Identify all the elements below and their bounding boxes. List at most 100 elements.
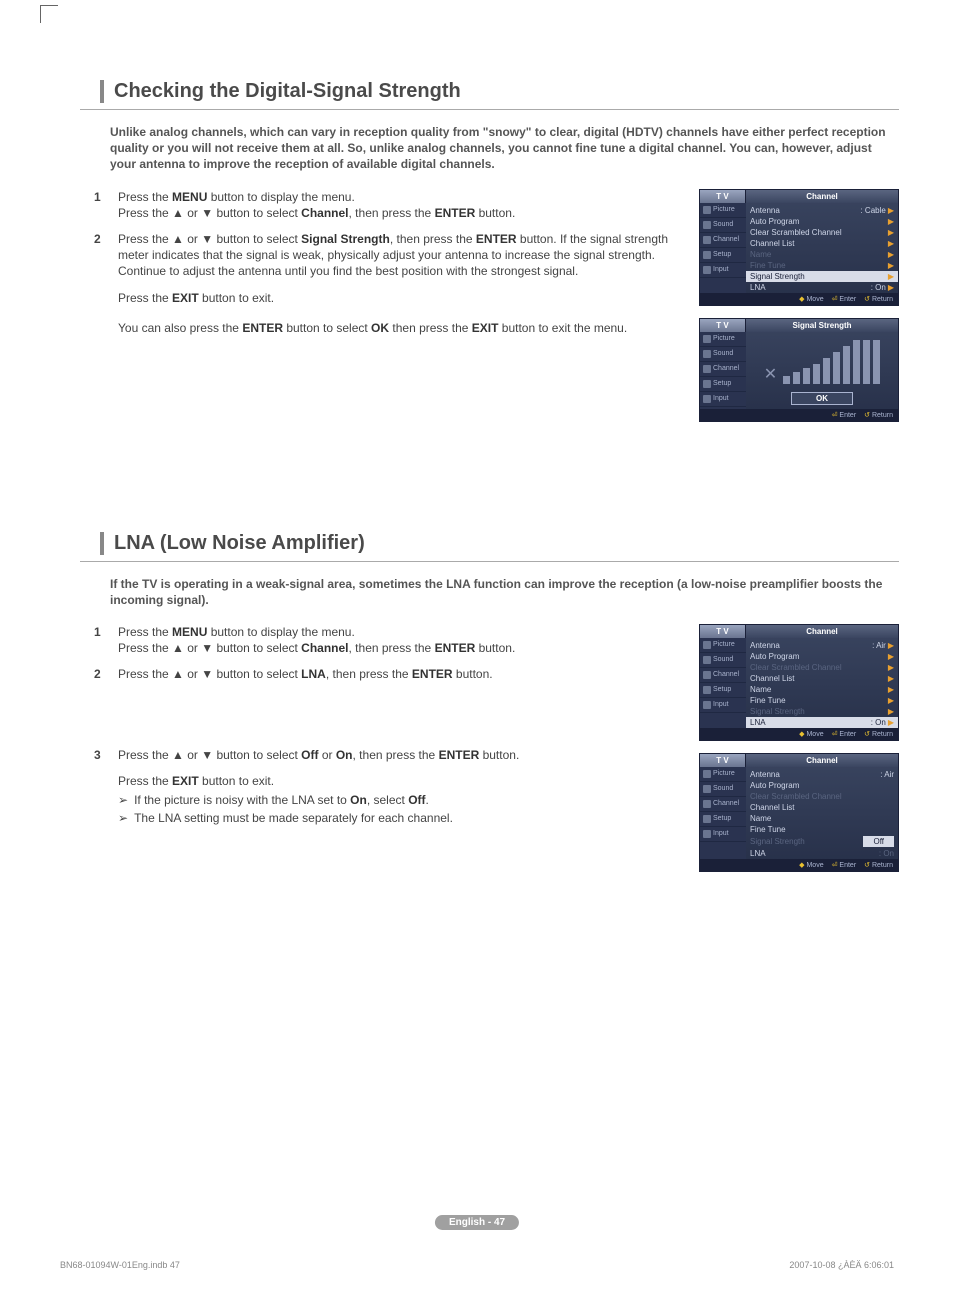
arrow-icon: ▶: [888, 239, 894, 248]
osd-side-input: Input: [700, 263, 746, 278]
sound-icon: [703, 785, 711, 793]
off-pill: Off: [863, 836, 894, 847]
section2-title: LNA (Low Noise Amplifier): [100, 532, 899, 555]
arrow-icon: ▶: [888, 228, 894, 237]
osd-side-input: Input: [700, 392, 746, 407]
osd-channel-lna-off: T V Channel Picture Sound Channel Setup …: [699, 753, 899, 872]
osd-channel-cable: T V Channel Picture Sound Channel Setup …: [699, 189, 899, 306]
osd-tv-label: T V: [700, 625, 746, 638]
osd-row-antenna: Antenna: Air▶: [750, 640, 894, 651]
signal-bars: ✕: [752, 340, 892, 384]
sound-icon: [703, 350, 711, 358]
bullet-icon: ➢: [118, 811, 128, 825]
osd-footer: ◆ Move ⏎ Enter ↺ Return: [700, 859, 898, 871]
osd-tv-label: T V: [700, 754, 746, 767]
arrow-icon: ▶: [888, 261, 894, 270]
osd-row-selected-lna: LNA: On▶: [746, 717, 898, 728]
antenna-icon: ✕: [764, 364, 777, 384]
note-exit: Press the EXIT button to exit.: [118, 773, 681, 789]
arrow-icon: ▶: [888, 718, 894, 727]
osd-row-ss: Signal Strength▶: [750, 706, 894, 717]
osd-row-fine: Fine Tune: [750, 824, 894, 835]
osd-row-ss: Signal StrengthOff: [750, 835, 894, 848]
osd-side-setup: Setup: [700, 812, 746, 827]
osd-main: Antenna: Air Auto Program Clear Scramble…: [746, 767, 898, 859]
setup-icon: [703, 815, 711, 823]
arrow-icon: ▶: [888, 663, 894, 672]
arrow-icon: ▶: [888, 652, 894, 661]
arrow-icon: ▶: [888, 206, 894, 215]
osd-footer: ◆ Move ⏎ Enter ↺ Return: [700, 728, 898, 740]
note-ok: You can also press the ENTER button to s…: [118, 320, 681, 336]
osd-row-lna: LNA: On: [750, 848, 894, 859]
arrow-icon: ▶: [888, 707, 894, 716]
arrow-icon: ▶: [888, 283, 894, 292]
osd-side-sound: Sound: [700, 218, 746, 233]
osd-row-name: Name▶: [750, 249, 894, 260]
osd-row-clist: Channel List▶: [750, 673, 894, 684]
osd-signal-strength: T V Signal Strength Picture Sound Channe…: [699, 318, 899, 422]
osd-title: Signal Strength: [746, 319, 898, 332]
step-text: Press the ▲ or ▼ button to select LNA, t…: [118, 666, 681, 682]
channel-icon: [703, 800, 711, 808]
osd-side-input: Input: [700, 698, 746, 713]
osd-row-auto: Auto Program▶: [750, 651, 894, 662]
section1-intro: Unlike analog channels, which can vary i…: [110, 124, 899, 173]
bullet-icon: ➢: [118, 793, 128, 807]
osd-side-setup: Setup: [700, 377, 746, 392]
step-num: 3: [94, 747, 118, 763]
step-text: Press the MENU button to display the men…: [118, 624, 681, 656]
osd-row-clear: Clear Scrambled Channel▶: [750, 227, 894, 238]
step-text: Press the MENU button to display the men…: [118, 189, 681, 221]
osd-row-auto: Auto Program: [750, 780, 894, 791]
arrow-icon: ▶: [888, 674, 894, 683]
osd-side-sound: Sound: [700, 347, 746, 362]
osd-tv-label: T V: [700, 190, 746, 203]
arrow-icon: ▶: [888, 685, 894, 694]
bullet-1: ➢ If the picture is noisy with the LNA s…: [118, 793, 681, 807]
osd-title: Channel: [746, 625, 898, 638]
step-text: Press the ▲ or ▼ button to select Off or…: [118, 747, 681, 763]
arrow-icon: ▶: [888, 217, 894, 226]
osd-row-clist: Channel List: [750, 802, 894, 813]
osd-main: Antenna: Cable▶ Auto Program▶ Clear Scra…: [746, 203, 898, 293]
osd-row-clear: Clear Scrambled Channel: [750, 791, 894, 802]
note-exit: Press the EXIT button to exit.: [118, 290, 681, 306]
osd-side-channel: Channel: [700, 797, 746, 812]
picture-icon: [703, 641, 711, 649]
osd-footer: ⏎ Enter ↺ Return: [700, 409, 898, 421]
picture-icon: [703, 206, 711, 214]
step-1: 1 Press the MENU button to display the m…: [94, 189, 681, 221]
osd-side-picture: Picture: [700, 767, 746, 782]
sound-icon: [703, 221, 711, 229]
osd-side-channel: Channel: [700, 668, 746, 683]
sound-icon: [703, 656, 711, 664]
bullet-2: ➢ The LNA setting must be made separatel…: [118, 811, 681, 825]
section1-body: 1 Press the MENU button to display the m…: [94, 189, 899, 422]
setup-icon: [703, 380, 711, 388]
step-num: 2: [94, 231, 118, 280]
osd-side-input: Input: [700, 827, 746, 842]
osd-row-fine: Fine Tune▶: [750, 260, 894, 271]
setup-icon: [703, 686, 711, 694]
section1-steps: 1 Press the MENU button to display the m…: [94, 189, 681, 422]
section1-title: Checking the Digital-Signal Strength: [100, 80, 899, 103]
step-num: 2: [94, 666, 118, 682]
divider: [80, 109, 899, 110]
footer-left: BN68-01094W-01Eng.indb 47: [60, 1260, 180, 1270]
osd-sidebar: Picture Sound Channel Setup Input: [700, 203, 746, 293]
step-text: Press the ▲ or ▼ button to select Signal…: [118, 231, 681, 280]
picture-icon: [703, 335, 711, 343]
crop-mark: [40, 5, 58, 23]
ok-button[interactable]: OK: [791, 392, 853, 405]
osd-row-selected-ss: Signal Strength▶: [746, 271, 898, 282]
arrow-icon: ▶: [888, 272, 894, 281]
input-icon: [703, 395, 711, 403]
osd-title: Channel: [746, 754, 898, 767]
footer-right: 2007-10-08 ¿ÀÈÄ 6:06:01: [789, 1260, 894, 1270]
osd-row-name: Name▶: [750, 684, 894, 695]
arrow-icon: ▶: [888, 250, 894, 259]
step-num: 1: [94, 189, 118, 221]
osd-signal-panel: ✕ OK: [746, 332, 898, 409]
osd-row-lna: LNA: On▶: [750, 282, 894, 293]
